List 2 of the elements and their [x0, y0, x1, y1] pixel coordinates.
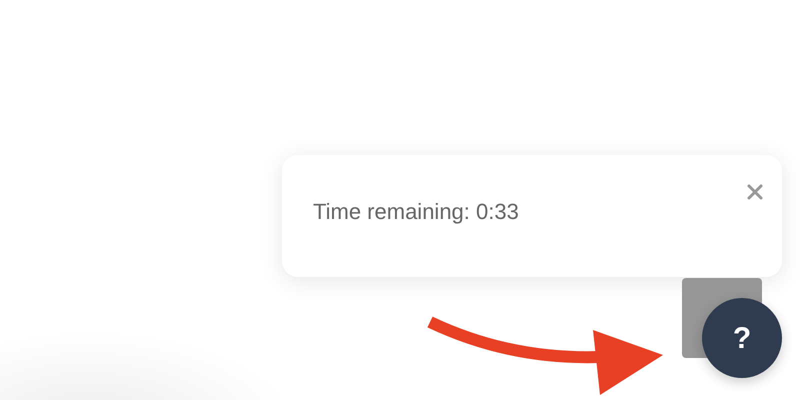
time-remaining-text: Time remaining: 0:33 — [313, 199, 519, 224]
help-button[interactable]: ? — [702, 298, 782, 378]
